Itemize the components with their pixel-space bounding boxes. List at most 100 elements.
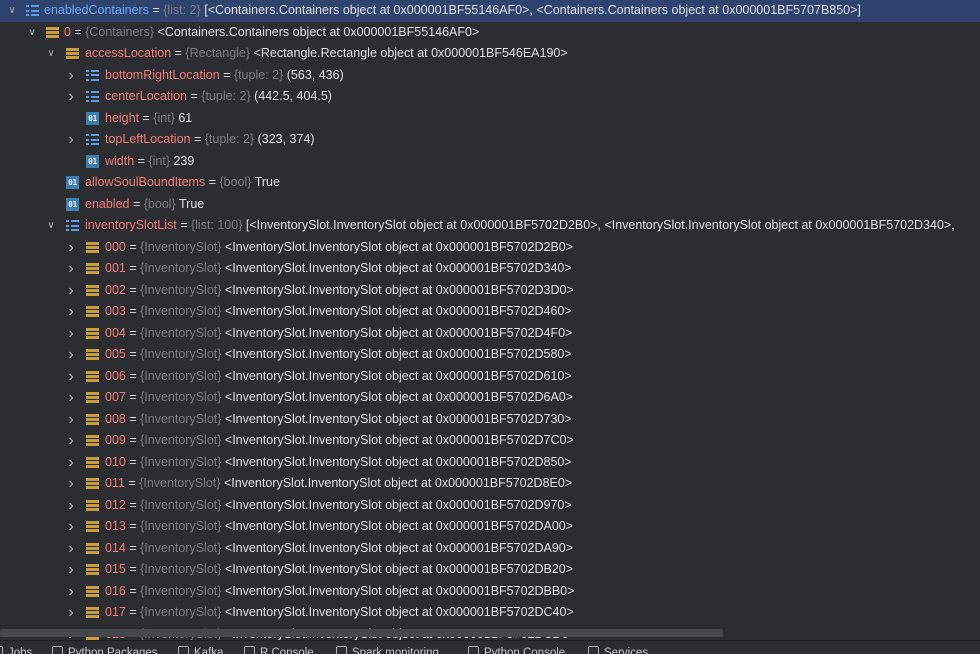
variable-name: allowSoulBoundItems	[85, 175, 206, 189]
chevron-right-icon[interactable]: ›	[65, 495, 77, 517]
variable-row[interactable]: › 014 = {InventorySlot} <InventorySlot.In…	[0, 538, 980, 560]
variable-row[interactable]: 01 allowSoulBoundItems = {bool} True	[0, 172, 980, 194]
variable-row[interactable]: › 017 = {InventorySlot} <InventorySlot.In…	[0, 602, 980, 624]
chevron-right-icon[interactable]: ›	[65, 473, 77, 495]
chevron-right-icon[interactable]: ›	[65, 602, 77, 624]
variable-row[interactable]: › 008 = {InventorySlot} <InventorySlot.In…	[0, 409, 980, 431]
variable-row[interactable]: 01 enabled = {bool} True	[0, 194, 980, 216]
variable-row[interactable]: › 013 = {InventorySlot} <InventorySlot.In…	[0, 516, 980, 538]
variable-row[interactable]: › 000 = {InventorySlot} <InventorySlot.In…	[0, 237, 980, 259]
object-icon	[86, 391, 99, 404]
variable-type: {tuple: 2}	[201, 89, 251, 103]
primitive-icon: 01	[86, 111, 99, 125]
variable-row[interactable]: › centerLocation = {tuple: 2} (442.5, 404…	[0, 86, 980, 108]
chevron-right-icon[interactable]: ›	[65, 65, 77, 87]
variable-value: (442.5, 404.5)	[254, 89, 332, 103]
variable-value: <InventorySlot.InventorySlot object at 0…	[224, 261, 572, 275]
object-icon	[86, 327, 99, 340]
object-icon	[86, 262, 99, 275]
variable-type: {InventorySlot}	[140, 583, 222, 598]
variable-value: <InventorySlot.InventorySlot object at 0…	[224, 454, 572, 469]
variable-name: 000	[105, 239, 126, 254]
variable-row[interactable]: › 001 = {InventorySlot} <InventorySlot.In…	[0, 258, 980, 280]
variable-row[interactable]: › 002 = {InventorySlot} <InventorySlot.In…	[0, 280, 980, 302]
variable-name: 008	[105, 411, 126, 426]
list-icon	[66, 219, 79, 232]
variable-type: {InventorySlot}	[139, 476, 221, 490]
chevron-right-icon[interactable]: ›	[65, 559, 77, 581]
chevron-down-icon[interactable]: ∨	[45, 215, 57, 237]
variable-value: 239	[173, 153, 195, 168]
bottom-tool-window-bar: Jobs Python Packages Kafka R Console Spark m…	[0, 640, 980, 654]
chevron-right-icon[interactable]: ›	[65, 516, 77, 538]
variable-name: 011	[105, 476, 125, 490]
variable-value: <InventorySlot.InventorySlot object at 0…	[224, 519, 574, 533]
variable-row[interactable]: › topLeftLocation = {tuple: 2} (323, 374)	[0, 129, 980, 151]
variable-name: 010	[105, 454, 126, 469]
variable-row[interactable]: ∨ accessLocation = {Rectangle} <Rectangle…	[0, 43, 980, 65]
variable-name: 007	[105, 390, 126, 404]
variable-value: <InventorySlot.InventorySlot object at 0…	[224, 368, 572, 383]
variable-row[interactable]: › 010 = {InventorySlot} <InventorySlot.In…	[0, 452, 980, 474]
variable-row[interactable]: ∨ inventorySlotList = {list: 100} [<Inven…	[0, 215, 980, 237]
variable-row[interactable]: › 012 = {InventorySlot} <InventorySlot.In…	[0, 495, 980, 517]
chevron-right-icon[interactable]: ›	[65, 581, 77, 603]
variable-name: 002	[105, 282, 126, 297]
chevron-down-icon[interactable]: ∨	[26, 22, 38, 44]
variable-value: <Rectangle.Rectangle object at 0x000001B…	[253, 46, 568, 60]
variable-type: {Rectangle}	[185, 46, 251, 60]
horizontal-scrollbar[interactable]	[0, 629, 723, 637]
chevron-down-icon[interactable]: ∨	[6, 0, 18, 22]
variable-row[interactable]: › bottomRightLocation = {tuple: 2} (563, …	[0, 65, 980, 87]
variable-type: {int}	[153, 110, 175, 125]
variable-row[interactable]: › 016 = {InventorySlot} <InventorySlot.In…	[0, 581, 980, 603]
primitive-icon: 01	[86, 154, 99, 168]
variable-type: {InventorySlot}	[140, 540, 222, 555]
variable-value: (323, 374)	[257, 132, 315, 146]
variable-row[interactable]: › 011 = {InventorySlot} <InventorySlot.In…	[0, 473, 980, 495]
object-icon	[86, 456, 99, 469]
variable-name: 009	[105, 433, 126, 447]
variable-type: {list: 2}	[163, 3, 201, 17]
chevron-right-icon[interactable]: ›	[65, 129, 77, 151]
variable-row[interactable]: › 007 = {InventorySlot} <InventorySlot.In…	[0, 387, 980, 409]
chevron-right-icon[interactable]: ›	[65, 280, 77, 302]
chevron-right-icon[interactable]: ›	[65, 409, 77, 431]
variable-name: centerLocation	[105, 89, 188, 103]
variables-tree[interactable]: ∨ enabledContainers = {list: 2} [<Contain…	[0, 0, 980, 640]
variable-name: 014	[105, 540, 126, 555]
variable-row[interactable]: 01 height = {int} 61	[0, 108, 980, 130]
variable-row[interactable]: › 009 = {InventorySlot} <InventorySlot.In…	[0, 430, 980, 452]
variable-row[interactable]: › 005 = {InventorySlot} <InventorySlot.In…	[0, 344, 980, 366]
variable-row[interactable]: ∨ 0 = {Containers} <Containers.Containers…	[0, 22, 980, 44]
variable-type: {InventorySlot}	[140, 239, 222, 254]
chevron-right-icon[interactable]: ›	[65, 430, 77, 452]
chevron-right-icon[interactable]: ›	[65, 237, 77, 259]
chevron-right-icon[interactable]: ›	[65, 387, 77, 409]
variable-row[interactable]: › 015 = {InventorySlot} <InventorySlot.In…	[0, 559, 980, 581]
object-icon	[86, 370, 99, 383]
variable-type: {tuple: 2}	[233, 67, 284, 82]
variable-row[interactable]: ∨ enabledContainers = {list: 2} [<Contain…	[0, 0, 980, 22]
list-icon	[86, 90, 99, 103]
variable-value: <InventorySlot.InventorySlot object at 0…	[224, 325, 573, 340]
chevron-right-icon[interactable]: ›	[65, 301, 77, 323]
variable-row[interactable]: › 006 = {InventorySlot} <InventorySlot.In…	[0, 366, 980, 388]
chevron-right-icon[interactable]: ›	[65, 366, 77, 388]
variable-name: enabled	[85, 196, 130, 211]
variable-row[interactable]: › 004 = {InventorySlot} <InventorySlot.In…	[0, 323, 980, 345]
variable-row[interactable]: 01 width = {int} 239	[0, 151, 980, 173]
chevron-right-icon[interactable]: ›	[65, 323, 77, 345]
chevron-right-icon[interactable]: ›	[65, 344, 77, 366]
variable-row[interactable]: › 003 = {InventorySlot} <InventorySlot.In…	[0, 301, 980, 323]
variable-type: {InventorySlot}	[140, 605, 222, 619]
chevron-right-icon[interactable]: ›	[65, 538, 77, 560]
chevron-right-icon[interactable]: ›	[65, 452, 77, 474]
chevron-down-icon[interactable]: ∨	[45, 43, 57, 65]
chevron-right-icon[interactable]: ›	[65, 86, 77, 108]
chevron-right-icon[interactable]: ›	[65, 258, 77, 280]
variable-name: height	[105, 110, 140, 125]
primitive-icon: 01	[66, 176, 79, 189]
variable-type: {InventorySlot}	[140, 519, 222, 533]
variable-type: {list: 100}	[190, 218, 243, 232]
